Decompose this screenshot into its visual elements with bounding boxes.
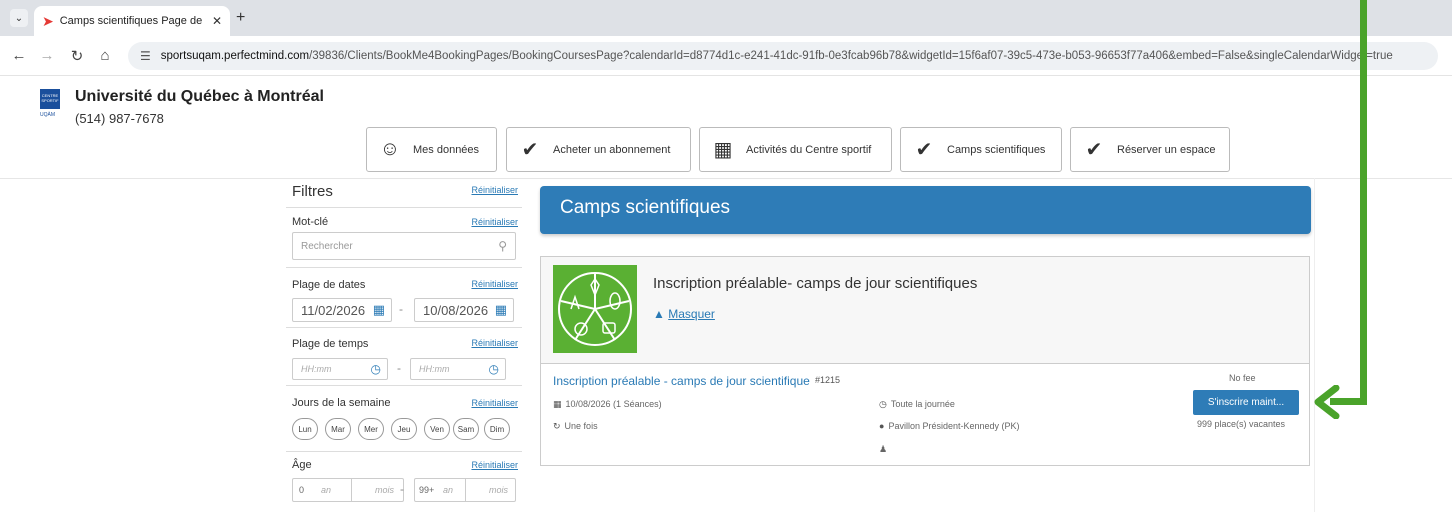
time-to-input[interactable]: HH:mm ◷	[410, 358, 506, 380]
address-toolbar: ← → ↻ ⌂ ☰ sportsuqam.perfectmind.com/398…	[0, 36, 1452, 76]
age-divider	[351, 479, 352, 501]
user-circle-icon: ☺	[379, 138, 401, 160]
age-min-input[interactable]: 0 an mois	[292, 478, 404, 502]
keyword-label: Mot-clé	[292, 216, 329, 228]
weekday-label: Jours de la semaine	[292, 397, 391, 409]
day-toggle-ven[interactable]: Ven	[424, 418, 450, 440]
checkmark-circle-icon: ✔	[521, 139, 539, 161]
forward-arrow-icon[interactable]: →	[38, 47, 56, 64]
reset-time-link[interactable]: Réinitialiser	[471, 338, 518, 348]
course-card: Inscription préalable- camps de jour sci…	[540, 256, 1310, 466]
phone-number: (514) 987-7678	[75, 111, 164, 126]
filters-title: Filtres	[292, 183, 333, 200]
time-range-dash: -	[397, 361, 401, 375]
url-path: /39836/Clients/BookMe4BookingPages/Booki…	[309, 50, 1393, 62]
annotation-arrowhead-icon	[1314, 385, 1340, 419]
category-header: Inscription préalable- camps de jour sci…	[541, 257, 1309, 364]
nav-reserver-espace[interactable]: ✔ Réserver un espace	[1070, 127, 1230, 172]
page-title: Camps scientifiques	[560, 197, 731, 218]
course-name-link[interactable]: Inscription préalable - camps de jour sc…	[553, 374, 810, 388]
course-fee: No fee	[1229, 373, 1256, 383]
reset-weekday-link[interactable]: Réinitialiser	[471, 398, 518, 408]
map-pin-icon: ●	[879, 421, 885, 431]
new-tab-icon[interactable]: +	[236, 9, 245, 27]
reload-icon[interactable]: ↻	[68, 47, 86, 65]
checkmark-circle-icon: ✔	[1085, 139, 1103, 161]
category-title: Inscription préalable- camps de jour sci…	[653, 275, 978, 292]
url-field[interactable]: ☰ sportsuqam.perfectmind.com/39836/Clien…	[128, 42, 1438, 70]
search-icon[interactable]: ⚲	[498, 239, 507, 253]
chevron-up-icon: ▲	[653, 307, 665, 321]
page-title-panel: Camps scientifiques	[540, 186, 1311, 234]
calendar-icon: ▦	[553, 399, 562, 409]
close-tab-icon[interactable]: ✕	[212, 14, 222, 28]
day-toggle-lun[interactable]: Lun	[292, 418, 318, 440]
clock-icon[interactable]: ◷	[489, 362, 499, 376]
date-from-input[interactable]: 11/02/2026 ▦	[292, 298, 392, 322]
browser-tab-bar: ⌄ ➤ Camps scientifiques Page de ré ✕ +	[0, 0, 1452, 36]
calendar-icon[interactable]: ▦	[495, 302, 507, 318]
reset-keyword-link[interactable]: Réinitialiser	[471, 217, 518, 227]
repeat-icon: ↻	[553, 421, 561, 431]
university-name: Université du Québec à Montréal	[75, 88, 324, 105]
header-divider	[0, 178, 1452, 179]
uqam-logo-text: UQÀM	[40, 112, 55, 118]
nav-activites-centre-sportif[interactable]: ▦ Activités du Centre sportif	[699, 127, 892, 172]
rocket-favicon-icon: ➤	[42, 12, 54, 29]
day-toggle-sam[interactable]: Sam	[453, 418, 479, 440]
reset-age-link[interactable]: Réinitialiser	[471, 460, 518, 470]
browser-tab[interactable]: ➤ Camps scientifiques Page de ré ✕	[34, 6, 230, 36]
date-range-dash: -	[399, 302, 403, 316]
day-toggle-mar[interactable]: Mar	[325, 418, 351, 440]
reset-date-link[interactable]: Réinitialiser	[471, 279, 518, 289]
time-from-input[interactable]: HH:mm ◷	[292, 358, 388, 380]
course-time: ◷ Toute la journée	[879, 399, 955, 409]
course-location: ● Pavillon Président-Kennedy (PK)	[879, 421, 1020, 431]
filters-panel: Filtres Réinitialiser Mot-clé Réinitiali…	[286, 178, 522, 512]
age-range-dash: -	[400, 482, 404, 496]
hide-toggle-link[interactable]: ▲ Masquer	[653, 307, 715, 321]
home-icon[interactable]: ⌂	[96, 47, 114, 64]
age-label: Âge	[292, 459, 312, 471]
calendar-icon[interactable]: ▦	[373, 302, 385, 318]
filters-header: Filtres Réinitialiser	[286, 178, 522, 208]
checkmark-circle-icon: ✔	[915, 139, 933, 161]
clock-icon: ◷	[879, 399, 887, 409]
annotation-arrow-shaft	[1360, 0, 1367, 405]
tab-list-chevron-icon[interactable]: ⌄	[10, 9, 28, 27]
nav-camps-scientifiques[interactable]: ✔ Camps scientifiques	[900, 127, 1062, 172]
url-host: sportsuqam.perfectmind.com	[160, 50, 310, 62]
day-toggle-dim[interactable]: Dim	[484, 418, 510, 440]
site-settings-icon[interactable]: ☰	[140, 49, 151, 63]
places-available: 999 place(s) vacantes	[1197, 419, 1286, 429]
reset-all-link[interactable]: Réinitialiser	[471, 185, 518, 195]
instructor-icon: ♟	[879, 444, 888, 454]
science-category-image	[553, 265, 637, 353]
time-range-label: Plage de temps	[292, 338, 369, 350]
centre-sportif-logo[interactable]: CENTRE SPORTIF	[40, 89, 60, 109]
back-arrow-icon[interactable]: ←	[10, 47, 28, 64]
clock-icon[interactable]: ◷	[371, 362, 381, 376]
science-icons-graphic	[558, 272, 632, 346]
day-toggle-mer[interactable]: Mer	[358, 418, 384, 440]
search-input[interactable]: Rechercher ⚲	[292, 232, 516, 260]
age-max-input[interactable]: 99+ an mois	[414, 478, 516, 502]
register-now-button[interactable]: S'inscrire maint...	[1193, 390, 1299, 415]
day-toggle-jeu[interactable]: Jeu	[391, 418, 417, 440]
calendar-icon: ▦	[713, 139, 733, 161]
course-date: ▦ 10/08/2026 (1 Séances)	[553, 399, 662, 409]
nav-mes-donnees[interactable]: ☺ Mes données	[366, 127, 497, 172]
date-to-input[interactable]: 10/08/2026 ▦	[414, 298, 514, 322]
content-right-border	[1314, 178, 1315, 512]
age-divider	[465, 479, 466, 501]
tab-title: Camps scientifiques Page de ré	[59, 15, 206, 27]
date-range-label: Plage de dates	[292, 279, 366, 291]
course-frequency: ↻ Une fois	[553, 421, 598, 431]
course-number: #1215	[815, 375, 841, 385]
nav-acheter-abonnement[interactable]: ✔ Acheter un abonnement	[506, 127, 691, 172]
